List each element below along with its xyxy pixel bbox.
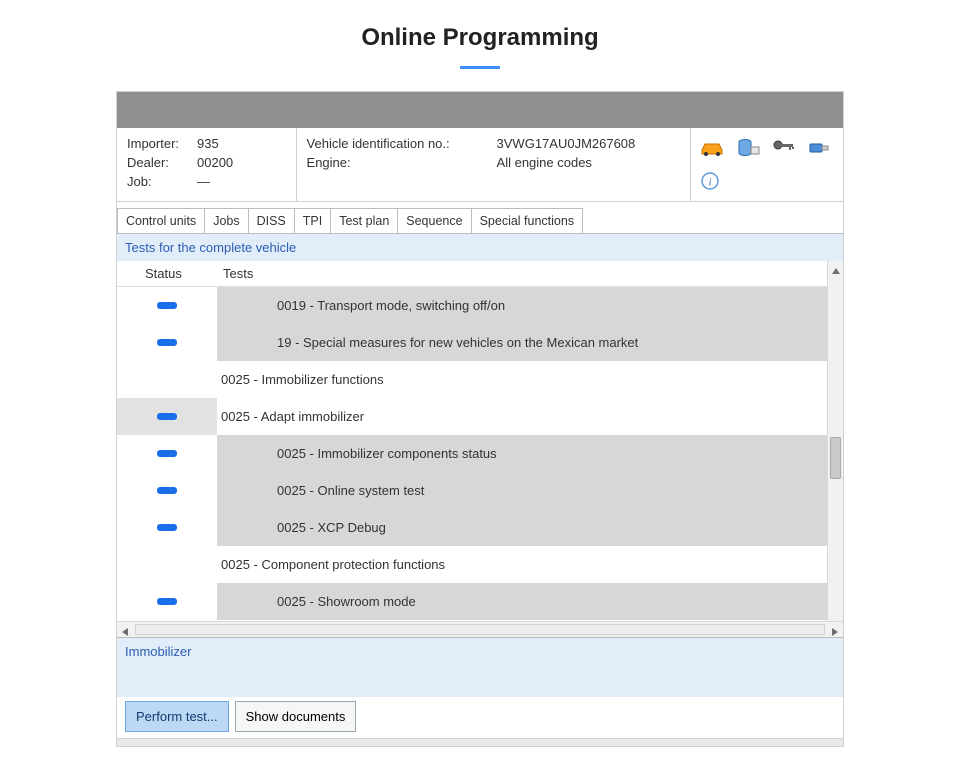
status-cell — [117, 509, 217, 546]
status-cell — [117, 398, 217, 435]
test-group-header: 0025 - Immobilizer functions — [217, 361, 843, 398]
test-label: 0025 - Immobilizer functions — [217, 363, 384, 396]
selection-panel: Immobilizer — [117, 637, 843, 697]
table-row[interactable]: 0025 - Showroom mode — [117, 583, 843, 620]
info-panel: Importer:935 Dealer:00200 Job:— Vehicle … — [117, 128, 843, 202]
table-row[interactable]: 0025 - Immobilizer components status — [117, 435, 843, 472]
scrollbar-thumb[interactable] — [830, 437, 841, 479]
test-group-header: 0025 - Component protection functions — [217, 546, 843, 583]
info-col-icons: i — [691, 128, 843, 201]
col-header-status[interactable]: Status — [117, 261, 217, 286]
info-icon[interactable]: i — [699, 170, 725, 192]
tab-special-functions[interactable]: Special functions — [471, 208, 584, 233]
status-cell — [117, 287, 217, 324]
status-indicator-icon — [157, 413, 177, 420]
test-item: 0025 - Immobilizer components status — [217, 435, 843, 472]
table-row[interactable]: 0025 - XCP Debug — [117, 509, 843, 546]
tab-diss[interactable]: DISS — [248, 208, 295, 233]
footer-bar — [117, 738, 843, 746]
test-item: 0025 - Online system test — [217, 472, 843, 509]
test-label: 0025 - Immobilizer components status — [217, 437, 497, 470]
app-window: Importer:935 Dealer:00200 Job:— Vehicle … — [116, 91, 844, 747]
table-row[interactable]: 0019 - Transport mode, switching off/on — [117, 287, 843, 324]
test-item: 0025 - XCP Debug — [217, 509, 843, 546]
status-cell — [117, 361, 217, 398]
svg-text:i: i — [709, 176, 712, 188]
test-label: 0019 - Transport mode, switching off/on — [217, 289, 505, 322]
table-row[interactable]: 0025 - Immobilizer functions — [117, 361, 843, 398]
vin-label: Vehicle identification no.: — [307, 136, 497, 151]
status-indicator-icon — [157, 339, 177, 346]
selection-title: Immobilizer — [125, 644, 191, 659]
status-indicator-icon — [157, 450, 177, 457]
horizontal-scrollbar[interactable] — [117, 621, 843, 637]
car-icon[interactable] — [699, 137, 725, 159]
tab-control-units[interactable]: Control units — [117, 208, 205, 233]
test-label: 19 - Special measures for new vehicles o… — [217, 326, 638, 359]
table-row[interactable]: 0025 - Online system test — [117, 472, 843, 509]
test-label: 0025 - Showroom mode — [217, 585, 416, 618]
dealer-value: 00200 — [197, 155, 233, 170]
test-label: 0025 - Component protection functions — [217, 548, 445, 581]
info-col-vehicle: Vehicle identification no.:3VWG17AU0JM26… — [297, 128, 692, 201]
job-value: — — [197, 174, 210, 189]
status-cell — [117, 435, 217, 472]
database-icon[interactable] — [735, 137, 761, 159]
status-cell — [117, 324, 217, 361]
importer-value: 935 — [197, 136, 219, 151]
tabs: Control unitsJobsDISSTPITest planSequenc… — [117, 202, 843, 233]
status-indicator-icon — [157, 598, 177, 605]
tab-jobs[interactable]: Jobs — [204, 208, 248, 233]
engine-value: All engine codes — [497, 155, 592, 170]
page-title: Online Programming — [0, 0, 960, 60]
test-item: 0025 - Adapt immobilizer — [217, 398, 843, 435]
vin-value: 3VWG17AU0JM267608 — [497, 136, 636, 151]
action-button-row: Perform test... Show documents — [117, 697, 843, 738]
test-item: 19 - Special measures for new vehicles o… — [217, 324, 843, 361]
importer-label: Importer: — [127, 136, 197, 151]
status-indicator-icon — [157, 487, 177, 494]
status-cell — [117, 546, 217, 583]
table-row[interactable]: 0025 - Component protection functions — [117, 546, 843, 583]
show-documents-button[interactable]: Show documents — [235, 701, 357, 732]
vertical-scrollbar[interactable] — [827, 261, 843, 621]
test-label: 0025 - XCP Debug — [217, 511, 386, 544]
tests-subheader: Tests for the complete vehicle — [117, 233, 843, 261]
info-col-dealer: Importer:935 Dealer:00200 Job:— — [117, 128, 297, 201]
engine-label: Engine: — [307, 155, 497, 170]
tests-table: Status Tests 0019 - Transport mode, swit… — [117, 261, 843, 621]
test-label: 0025 - Online system test — [217, 474, 424, 507]
dealer-label: Dealer: — [127, 155, 197, 170]
status-cell — [117, 583, 217, 620]
table-row[interactable]: 0025 - Adapt immobilizer — [117, 398, 843, 435]
col-header-tests[interactable]: Tests — [217, 261, 843, 286]
key-icon[interactable] — [771, 137, 797, 159]
h-scrollbar-track[interactable] — [135, 624, 825, 635]
tab-tpi[interactable]: TPI — [294, 208, 331, 233]
status-indicator-icon — [157, 302, 177, 309]
job-label: Job: — [127, 174, 197, 189]
title-underline — [460, 66, 500, 69]
test-item: 0025 - Showroom mode — [217, 583, 843, 620]
test-label: 0025 - Adapt immobilizer — [217, 400, 364, 433]
status-indicator-icon — [157, 524, 177, 531]
perform-test-button[interactable]: Perform test... — [125, 701, 229, 732]
window-titlebar — [117, 92, 843, 128]
tab-test-plan[interactable]: Test plan — [330, 208, 398, 233]
test-item: 0019 - Transport mode, switching off/on — [217, 287, 843, 324]
tab-sequence[interactable]: Sequence — [397, 208, 471, 233]
table-row[interactable]: 19 - Special measures for new vehicles o… — [117, 324, 843, 361]
usb-icon[interactable] — [807, 137, 833, 159]
status-cell — [117, 472, 217, 509]
